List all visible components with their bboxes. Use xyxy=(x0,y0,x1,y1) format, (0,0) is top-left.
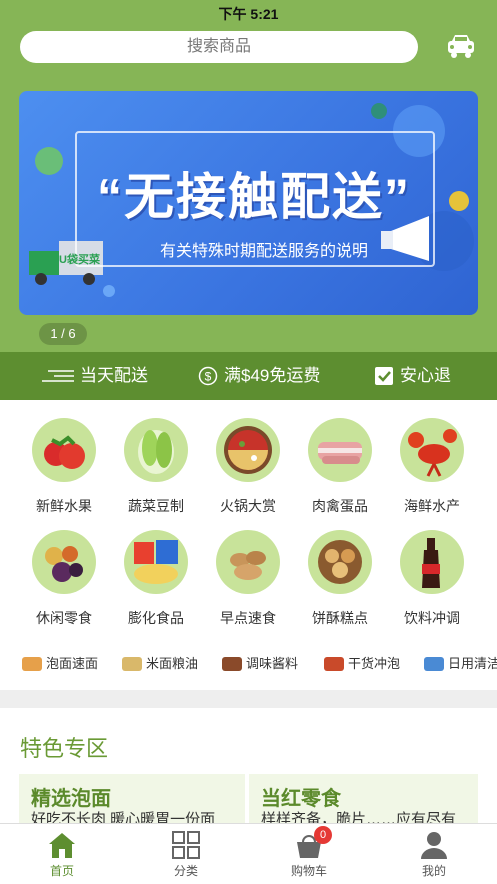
category-breakfast[interactable]: 早点速食 xyxy=(203,530,293,628)
category-label: 休闲零食 xyxy=(36,610,92,626)
quick-link-instant-noodles[interactable]: 泡面速面 xyxy=(22,652,98,676)
tab-label: 首页 xyxy=(49,864,74,878)
category-puffed-food[interactable]: 膨化食品 xyxy=(111,530,201,628)
tab-cart[interactable]: 0 购物车 xyxy=(274,826,344,879)
meat-icon xyxy=(308,418,372,482)
cart-badge: 0 xyxy=(314,826,332,844)
tab-bar: 首页 分类 0 购物车 我的 xyxy=(0,823,497,884)
check-icon xyxy=(375,367,393,385)
quick-link-label: 干货冲泡 xyxy=(348,656,401,671)
cabbage-icon xyxy=(124,418,188,482)
cart-icon: 0 xyxy=(294,826,332,860)
tab-label: 购物车 xyxy=(290,864,327,878)
service-label: 当天配送 xyxy=(80,366,148,385)
quick-link-label: 米面粮油 xyxy=(146,656,199,671)
quick-link-rice-oil[interactable]: 米面粮油 xyxy=(122,652,198,676)
category-meat[interactable]: 肉禽蛋品 xyxy=(295,418,385,516)
category-label: 膨化食品 xyxy=(128,610,184,626)
truck-brand-label: U袋买菜 xyxy=(59,254,100,266)
category-pastry[interactable]: 饼酥糕点 xyxy=(295,530,385,628)
quick-link-label: 调味酱料 xyxy=(246,656,299,671)
cleaning-icon xyxy=(424,657,444,671)
tab-home[interactable]: 首页 xyxy=(27,830,97,879)
hotpot-icon xyxy=(216,418,280,482)
truck-icon[interactable] xyxy=(446,33,476,61)
category-label: 火锅大赏 xyxy=(220,498,276,514)
service-label: 安心退 xyxy=(400,366,451,385)
category-label: 蔬菜豆制 xyxy=(128,498,184,514)
quick-link-cleaning[interactable]: 日用清洁 xyxy=(424,652,497,676)
lines-icon xyxy=(42,370,74,382)
cola-icon xyxy=(400,530,464,594)
featured-title: 特色专区 xyxy=(20,736,109,761)
category-label: 饼酥糕点 xyxy=(312,610,368,626)
pastry-icon xyxy=(308,530,372,594)
quick-links: 泡面速面 米面粮油 调味酱料 干货冲泡 日用清洁 xyxy=(0,652,497,676)
category-label: 海鲜水产 xyxy=(404,498,460,514)
rice-icon xyxy=(122,657,142,671)
tab-label: 我的 xyxy=(421,864,446,878)
category-label: 早点速食 xyxy=(220,610,276,626)
category-label: 肉禽蛋品 xyxy=(312,498,368,514)
tab-profile[interactable]: 我的 xyxy=(399,830,469,879)
dry-goods-icon xyxy=(324,657,344,671)
chips-icon xyxy=(124,530,188,594)
section-divider xyxy=(0,690,497,708)
service-bar: 当天配送 $ 满$49免运费 安心退 xyxy=(0,352,497,400)
dollar-icon: $ xyxy=(198,366,218,386)
promo-banner[interactable]: “无接触配送” 有关特殊时期配送服务的说明 U袋买菜 xyxy=(19,91,478,315)
banner-subtitle: 有关特殊时期配送服务的说明 xyxy=(159,243,368,260)
sauce-icon xyxy=(222,657,242,671)
card-title: 精选泡面 xyxy=(31,788,111,810)
service-label: 满$49免运费 xyxy=(224,366,321,385)
banner-title: “无接触配送” xyxy=(97,169,411,225)
category-snacks[interactable]: 休闲零食 xyxy=(19,530,109,628)
category-label: 饮料冲调 xyxy=(404,610,460,626)
banner-pager: 1 / 6 xyxy=(39,323,87,345)
card-title: 当红零食 xyxy=(261,788,341,810)
quick-link-label: 日用清洁 xyxy=(448,656,497,671)
svg-text:$: $ xyxy=(205,370,212,384)
lobster-icon xyxy=(400,418,464,482)
strawberry-icon xyxy=(32,418,96,482)
service-free-shipping: $ 满$49免运费 xyxy=(198,352,320,400)
header: 下午 5:21 搜索商品 “无接触配送” 有关特殊时期配送服务的说明 U袋买菜 … xyxy=(0,0,497,352)
quick-link-label: 泡面速面 xyxy=(46,656,99,671)
quick-link-dry-goods[interactable]: 干货冲泡 xyxy=(324,652,400,676)
user-icon xyxy=(419,830,449,860)
breakfast-icon xyxy=(216,530,280,594)
tab-label: 分类 xyxy=(173,864,198,878)
category-label: 新鲜水果 xyxy=(36,498,92,514)
category-beverages[interactable]: 饮料冲调 xyxy=(387,530,477,628)
snack-icon xyxy=(32,530,96,594)
noodle-icon xyxy=(22,657,42,671)
service-refund: 安心退 xyxy=(374,352,451,400)
category-fresh-fruit[interactable]: 新鲜水果 xyxy=(19,418,109,516)
status-time: 下午 5:21 xyxy=(218,6,279,22)
home-icon xyxy=(47,830,77,860)
category-seafood[interactable]: 海鲜水产 xyxy=(387,418,477,516)
service-same-day: 当天配送 xyxy=(42,352,148,400)
tab-categories[interactable]: 分类 xyxy=(151,830,221,879)
grid-icon xyxy=(171,830,201,860)
quick-link-sauces[interactable]: 调味酱料 xyxy=(222,652,298,676)
search-input[interactable]: 搜索商品 xyxy=(20,31,418,63)
category-hotpot[interactable]: 火锅大赏 xyxy=(203,418,293,516)
category-vegetables[interactable]: 蔬菜豆制 xyxy=(111,418,201,516)
